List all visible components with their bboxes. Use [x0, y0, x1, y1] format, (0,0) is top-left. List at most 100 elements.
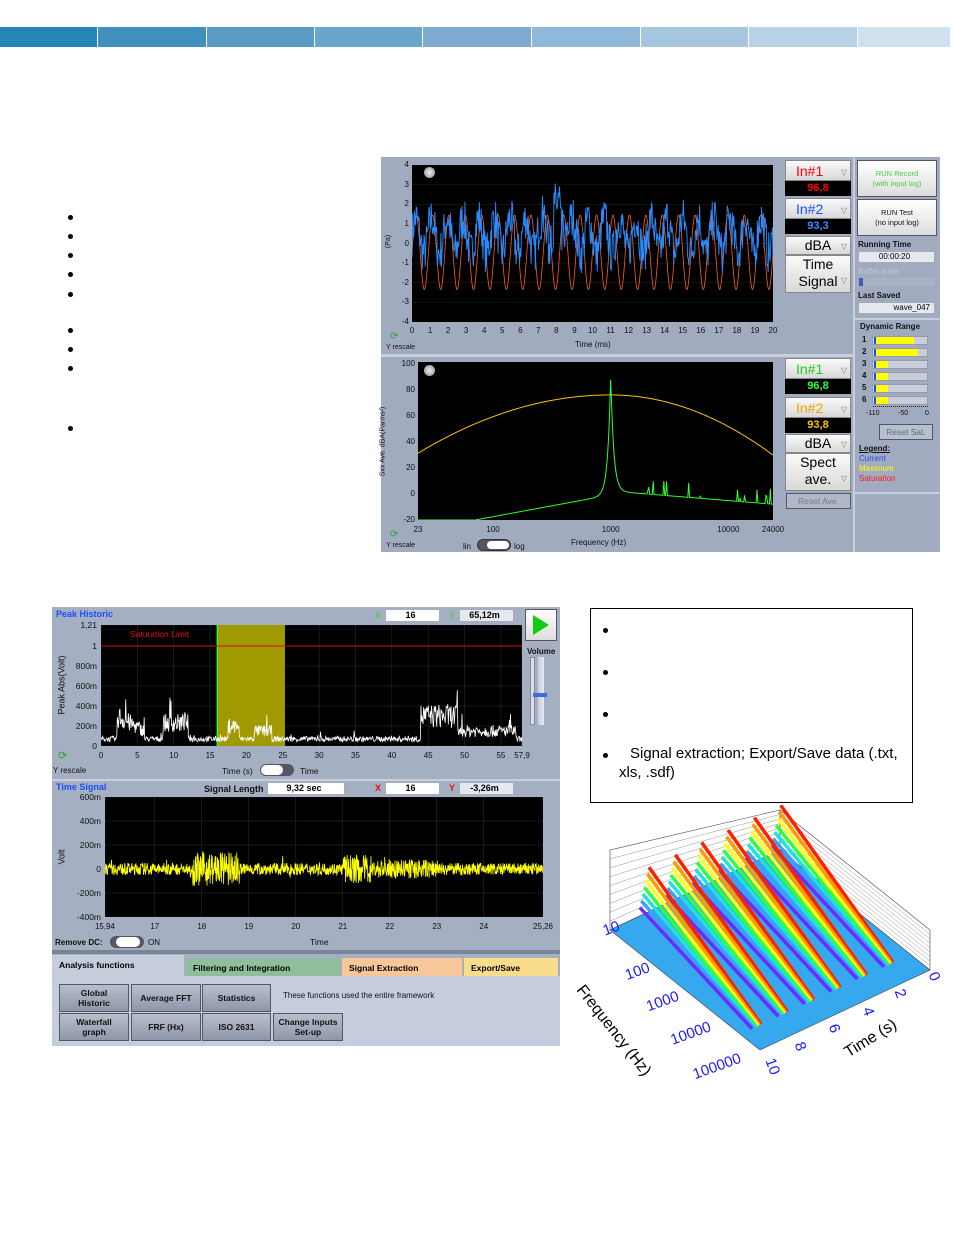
channel-label: 3 — [862, 359, 867, 368]
button-label: (no input log) — [875, 217, 919, 227]
x-tick-label: 30 — [314, 751, 324, 760]
mode-label: Time — [802, 256, 834, 272]
time-toggle-label: Time — [300, 766, 319, 776]
y-rescale-label[interactable]: Y rescale — [386, 542, 415, 549]
button-label: Historic — [78, 998, 110, 1008]
in1-spectrum — [418, 379, 773, 520]
dynamic-range-bar — [872, 360, 928, 369]
y-tick-label: 200m — [79, 840, 101, 850]
unit-select[interactable]: dBA ▽ — [785, 434, 851, 453]
unit-select[interactable]: dBA ▽ — [785, 236, 851, 255]
zoom-icon[interactable] — [424, 365, 435, 376]
y-tick-label: 0 — [410, 489, 415, 498]
x-tick-label: 24000 — [761, 525, 785, 534]
x-cursor-value[interactable]: 16 — [385, 782, 440, 795]
tab-signal-extraction[interactable]: Signal Extraction — [342, 958, 462, 976]
run-record-button[interactable]: RUN Record (with input log) — [857, 160, 937, 197]
mode-select[interactable]: Time Signal ▽ — [785, 255, 851, 293]
x-tick-label: 8 — [554, 326, 559, 335]
run-test-button[interactable]: RUN Test (no input log) — [857, 199, 937, 236]
volume-handle[interactable] — [533, 693, 547, 697]
function-button-waterfall-graph[interactable]: Waterfall graph — [59, 1013, 129, 1041]
button-label: FRF (Hx) — [148, 1022, 184, 1032]
in2-level: 93,3 — [785, 219, 851, 234]
function-button-frf-hx-[interactable]: FRF (Hx) — [131, 1013, 201, 1041]
x-cursor-value[interactable]: 16 — [385, 609, 440, 622]
reset-saturation-button[interactable]: Reset Sat. — [879, 424, 933, 440]
banner-segment — [207, 27, 314, 47]
x-tick-label: 10 — [588, 326, 597, 335]
bullet-text: Signal extraction; Export/Save data (.tx… — [619, 745, 898, 781]
x-tick-label: 22 — [385, 922, 395, 931]
zoom-icon[interactable] — [424, 167, 435, 178]
input-select-in2[interactable]: In#2 ▽ — [785, 198, 851, 219]
running-time-label: Running Time — [858, 240, 912, 249]
chevron-down-icon: ▽ — [840, 168, 847, 177]
function-button-global-historic[interactable]: Global Historic — [59, 984, 129, 1012]
lin-log-toggle[interactable] — [477, 539, 511, 551]
buffer-state-bar — [858, 277, 935, 287]
x-tick-label: 14 — [660, 326, 670, 335]
channel-label: 6 — [862, 395, 867, 404]
x-tick-label: 15 — [678, 326, 688, 335]
scale-label: 0 — [925, 410, 929, 417]
play-button[interactable] — [525, 609, 557, 641]
bullet-dot — [68, 328, 73, 333]
x-tick-label: 20 — [768, 326, 778, 335]
y-tick-label: 2 — [404, 199, 409, 209]
tab-filtering-and-integration[interactable]: Filtering and Integration — [186, 958, 340, 976]
function-button-statistics[interactable]: Statistics — [202, 984, 271, 1012]
legend-item: Maximum — [859, 464, 894, 473]
x-tick-label: 12 — [624, 326, 634, 335]
dynamic-range-fill — [874, 373, 888, 380]
rescale-icon[interactable]: ⟳ — [390, 529, 398, 540]
rescale-icon[interactable]: ⟳ — [58, 749, 67, 762]
x-tick-label: 50 — [460, 751, 469, 760]
input-select-in1[interactable]: In#1 ▽ — [785, 358, 851, 379]
input-select-in1[interactable]: In#1 ▽ — [785, 160, 851, 181]
y-rescale-label[interactable]: Y rescale — [53, 766, 86, 775]
lin-label: lin — [463, 542, 472, 551]
button-label: RUN Test — [881, 207, 913, 217]
spectrum-ylabel: Sxx Ave. dBA(Parms²) — [379, 406, 387, 477]
x-tick-label: 24 — [479, 922, 489, 931]
selection-region[interactable] — [217, 625, 285, 746]
panel-divider — [52, 950, 560, 954]
y-cursor-label: Y — [449, 783, 456, 793]
reset-average-button[interactable]: Reset Ave. — [786, 493, 851, 509]
chevron-down-icon: ▽ — [840, 440, 847, 449]
button-label: Global — [80, 988, 108, 998]
function-button-average-fft[interactable]: Average FFT — [131, 984, 201, 1012]
banner-segment — [0, 27, 97, 47]
dynamic-range-fill — [874, 349, 918, 356]
y-rescale-label[interactable]: Y rescale — [386, 344, 415, 351]
button-label: graph — [82, 1027, 106, 1037]
tab-export-save[interactable]: Export/Save — [464, 958, 558, 976]
y-tick-label: 1 — [92, 641, 97, 651]
x-tick-label: 11 — [606, 326, 615, 335]
dynamic-range-bar — [872, 384, 928, 393]
y-tick-label: 800m — [75, 661, 97, 671]
rescale-icon[interactable]: ⟳ — [390, 331, 398, 342]
x-tick-label: 5 — [135, 751, 140, 760]
y-tick-label: -1 — [401, 258, 409, 268]
remove-dc-toggle[interactable] — [110, 936, 144, 948]
y-tick-label: 400m — [75, 701, 97, 711]
mode-select[interactable]: Spect ave. ▽ — [785, 453, 851, 491]
function-button-iso-2631[interactable]: ISO 2631 — [202, 1013, 271, 1041]
function-button-change-inputs-set-up[interactable]: Change Inputs Set-up — [273, 1013, 343, 1041]
in2-spectrum — [418, 394, 773, 456]
running-time-value: 00:00:20 — [858, 251, 935, 263]
button-label: Statistics — [217, 993, 256, 1003]
unit-label: dBA — [804, 435, 832, 451]
spectrum-xlabel: Frequency (Hz) — [571, 538, 627, 547]
x-tick-label: 16 — [696, 326, 706, 335]
input-select-in2[interactable]: In#2 ▽ — [785, 397, 851, 418]
signal-ylabel: Volt — [56, 849, 67, 865]
tab-analysis-functions[interactable]: Analysis functions — [52, 955, 184, 977]
volume-slider[interactable] — [530, 657, 548, 725]
buffer-state-fill — [859, 278, 863, 286]
time-toggle[interactable] — [260, 764, 294, 776]
dynamic-range-fill — [874, 397, 888, 404]
x-tick-label: 7 — [536, 326, 541, 335]
